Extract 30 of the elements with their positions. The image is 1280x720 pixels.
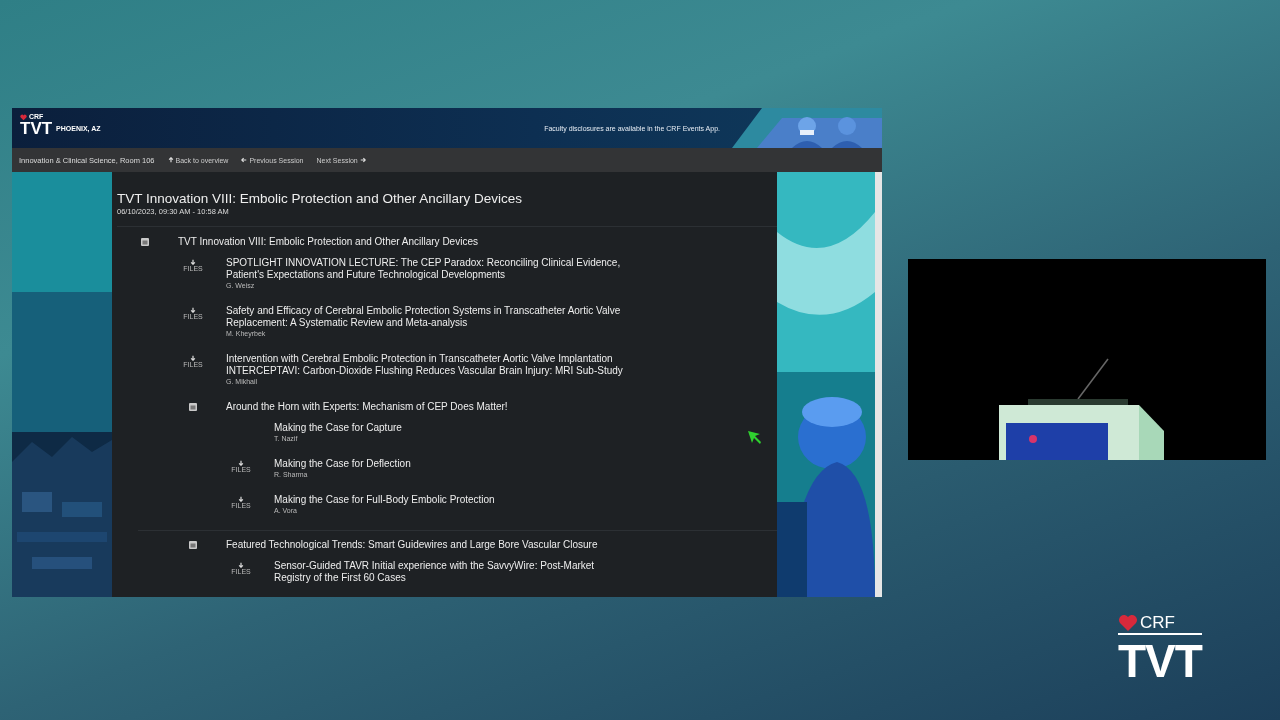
session-title: TVT Innovation VIII: Embolic Protection and Other Ancillary Devices — [178, 236, 478, 248]
calendar-icon — [141, 238, 149, 246]
heart-icon — [20, 113, 27, 121]
arrow-down-icon — [190, 355, 196, 361]
arrow-up-icon — [167, 157, 174, 163]
talk-title: Sensor-Guided TAVR Initial experience with the SavvyWire: Post-Market Registry of the First 60 Cases — [274, 560, 595, 584]
talk-title: Making the Case for Full-Body Embolic Protection — [274, 494, 495, 506]
session-heading: TVT Innovation VIII: Embolic Protection and Other Ancillary Devices — [117, 190, 523, 207]
talk-title: Making the Case for Deflection — [274, 458, 411, 470]
scrollbar[interactable] — [875, 172, 882, 597]
talk-title: SPOTLIGHT INNOVATION LECTURE: The CEP Paradox: Reconciling Clinical Evidence, Patient's Expectations and Future Technological Developments — [226, 257, 621, 281]
heart-icon — [1118, 613, 1138, 633]
arrow-down-icon — [190, 307, 196, 313]
arrow-down-icon — [238, 460, 244, 466]
arrow-down-icon — [190, 259, 196, 265]
arrow-down-icon — [238, 562, 244, 568]
talk-title: Safety and Efficacy of Cerebral Embolic Protection Systems in Transcatheter Aortic Valve Replacement: A Systematic Review and Meta-analysis — [226, 305, 621, 329]
arrow-next-icon — [359, 157, 366, 163]
talk-title: Intervention with Cerebral Embolic Protection in Transcatheter Aortic Valve Implantation INTERCEPTAVI: Carbon-Dioxide Flushing Reduces Vascular Brain Injury: MRI Sub-Study — [226, 353, 623, 377]
session-title: Around the Horn with Experts: Mechanism of CEP Does Matter! — [226, 401, 508, 413]
arrow-prev-icon — [241, 157, 248, 163]
arrow-down-icon — [238, 496, 244, 502]
session-title: Featured Technological Trends: Smart Guidewires and Large Bore Vascular Closure — [226, 539, 598, 551]
talk-title: Making the Case for Capture — [274, 422, 402, 434]
cursor-icon — [746, 429, 762, 445]
logo-title: TVT — [1118, 633, 1202, 683]
calendar-icon — [189, 403, 197, 411]
calendar-icon — [189, 541, 197, 549]
logo-brand: CRF — [1140, 613, 1175, 633]
logo-title: TVT — [20, 121, 53, 137]
